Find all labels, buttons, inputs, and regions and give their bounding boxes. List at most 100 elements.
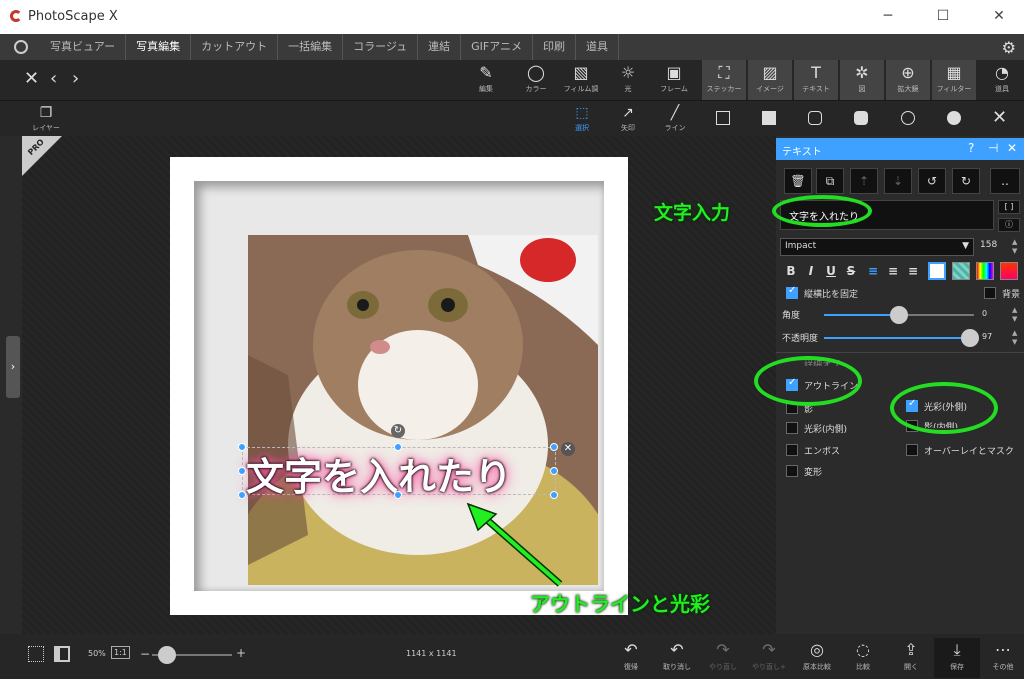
emboss-checkbox[interactable] [786, 444, 798, 456]
select-tool-button[interactable]: ⬚ 選択 [562, 103, 602, 137]
bold-button[interactable]: B [782, 262, 800, 280]
panel-toggle-icon[interactable] [54, 646, 70, 662]
menu-cutout[interactable]: カットアウト [191, 34, 279, 60]
transform-checkbox[interactable] [786, 465, 798, 477]
tool-frame[interactable]: ▣ フレーム [652, 60, 696, 100]
rect-outline-icon[interactable] [716, 111, 730, 125]
menu-tools[interactable]: 道具 [576, 34, 620, 60]
home-logo-icon[interactable] [14, 40, 28, 54]
circle-filled-icon[interactable] [947, 111, 961, 125]
align-center-icon[interactable]: ≡ [884, 262, 902, 280]
canvas-text-object[interactable]: 文字を入れたり [246, 446, 512, 501]
duplicate-icon[interactable]: ⧉ [816, 168, 844, 194]
tool-sticker[interactable]: ⛶ ステッカー [702, 60, 746, 100]
inner-glow-checkbox[interactable] [786, 422, 798, 434]
rotate-left-icon[interactable]: ↺ [918, 168, 946, 194]
panel-close-icon[interactable]: ✕ [1007, 141, 1017, 155]
expand-input-button[interactable]: [ ] [998, 200, 1020, 214]
tool-image[interactable]: ▨ イメージ [748, 60, 792, 100]
align-left-icon[interactable]: ≡ [864, 262, 882, 280]
tool-magnifier[interactable]: ⊕ 拡大鏡 [886, 60, 930, 100]
pin-icon[interactable]: ⊣ [988, 141, 998, 155]
rect-filled-icon[interactable] [762, 111, 776, 125]
resize-handle[interactable] [238, 443, 246, 451]
opacity-value[interactable]: 97 [982, 332, 992, 341]
underline-button[interactable]: U [822, 262, 840, 280]
undo-button[interactable]: ↶ 取り消し [654, 638, 700, 678]
tool-filter[interactable]: ▦ フィルター [932, 60, 976, 100]
redo-all-button[interactable]: ↷ やり直し+ [746, 638, 792, 678]
rounded-rect-outline-icon[interactable] [808, 111, 822, 125]
open-button[interactable]: ⇪ 開く [888, 638, 934, 678]
more-options-button[interactable]: ⋯ その他 [980, 638, 1024, 678]
next-icon[interactable]: › [72, 68, 79, 89]
stepper-down-icon[interactable]: ▼ [1012, 315, 1017, 323]
zoom-in-button[interactable]: + [236, 646, 246, 660]
background-checkbox[interactable] [984, 287, 996, 299]
delete-handle-icon[interactable]: ✕ [561, 442, 575, 456]
tool-light[interactable]: ☼ 光 [606, 60, 650, 100]
resize-handle[interactable] [550, 467, 558, 475]
zoom-out-button[interactable]: − [140, 647, 150, 661]
stepper-up-icon[interactable]: ▲ [1012, 238, 1017, 246]
redo-button[interactable]: ↷ やり直し [700, 638, 746, 678]
info-button[interactable]: ⓘ [998, 218, 1020, 232]
font-size-value[interactable]: 158 [980, 240, 997, 250]
text-color-swatch[interactable] [928, 262, 946, 280]
resize-handle[interactable] [238, 467, 246, 475]
angle-slider-knob[interactable] [890, 306, 908, 324]
tool-text[interactable]: T テキスト [794, 60, 838, 100]
resize-handle[interactable] [394, 491, 402, 499]
align-right-icon[interactable]: ≡ [904, 262, 922, 280]
strike-button[interactable]: S [842, 262, 860, 280]
gradient-swatch[interactable] [976, 262, 994, 280]
close-icon[interactable]: ✕ [24, 68, 39, 89]
send-back-icon[interactable]: ⇣ [884, 168, 912, 194]
tool-tools[interactable]: ◔ 道具 [980, 60, 1024, 100]
overlay-checkbox[interactable] [906, 444, 918, 456]
line-tool-button[interactable]: ╱ ライン [655, 103, 695, 137]
menu-collage[interactable]: コラージュ [343, 34, 419, 60]
save-button[interactable]: ⤓ 保存 [934, 638, 980, 678]
menu-photo-viewer[interactable]: 写真ビュアー [40, 34, 127, 60]
menu-gif[interactable]: GIFアニメ [461, 34, 534, 60]
stepper-down-icon[interactable]: ▼ [1012, 338, 1017, 346]
compare-original-button[interactable]: ◎ 原本比較 [794, 638, 840, 678]
font-select[interactable]: Impact ▼ [780, 238, 974, 256]
tool-color[interactable]: ◯ カラー [514, 60, 558, 100]
delete-icon[interactable]: 🗑 [784, 168, 812, 194]
italic-button[interactable]: I [802, 262, 820, 280]
menu-print[interactable]: 印刷 [533, 34, 577, 60]
expand-panel-tab[interactable]: › [6, 336, 20, 398]
tool-edit[interactable]: ✎ 編集 [464, 60, 508, 100]
resize-handle[interactable] [550, 443, 558, 451]
close-window-button[interactable]: ✕ [989, 8, 1009, 26]
zoom-fit-button[interactable]: 1:1 [111, 646, 130, 659]
menu-batch[interactable]: 一括編集 [278, 34, 344, 60]
bring-front-icon[interactable]: ⇡ [850, 168, 878, 194]
help-icon[interactable]: ? [968, 141, 974, 155]
rotate-right-icon[interactable]: ↻ [952, 168, 980, 194]
menu-combine[interactable]: 連結 [418, 34, 462, 60]
gradient2-swatch[interactable] [1000, 262, 1018, 280]
zoom-level[interactable]: 50% [88, 649, 106, 658]
rotate-handle-icon[interactable]: ↻ [391, 424, 405, 438]
opacity-slider-knob[interactable] [961, 329, 979, 347]
resize-handle[interactable] [550, 491, 558, 499]
grid-icon[interactable] [28, 646, 44, 662]
resize-handle[interactable] [394, 443, 402, 451]
maximize-button[interactable]: ☐ [933, 8, 953, 26]
stepper-up-icon[interactable]: ▲ [1012, 306, 1017, 314]
stepper-up-icon[interactable]: ▲ [1012, 329, 1017, 337]
lock-ratio-checkbox[interactable] [786, 285, 798, 299]
menu-photo-edit[interactable]: 写真編集 [126, 34, 192, 60]
rounded-rect-filled-icon[interactable] [854, 111, 868, 125]
circle-outline-icon[interactable] [901, 111, 915, 125]
minimize-button[interactable]: ─ [878, 8, 898, 26]
layer-button[interactable]: ❐ レイヤー [26, 103, 66, 137]
compare-button[interactable]: ◌ 比較 [840, 638, 886, 678]
tool-film[interactable]: ▧ フィルム調 [559, 60, 603, 100]
close-icon[interactable]: ✕ [992, 107, 1010, 128]
angle-value[interactable]: 0 [982, 309, 987, 318]
stepper-down-icon[interactable]: ▼ [1012, 247, 1017, 255]
